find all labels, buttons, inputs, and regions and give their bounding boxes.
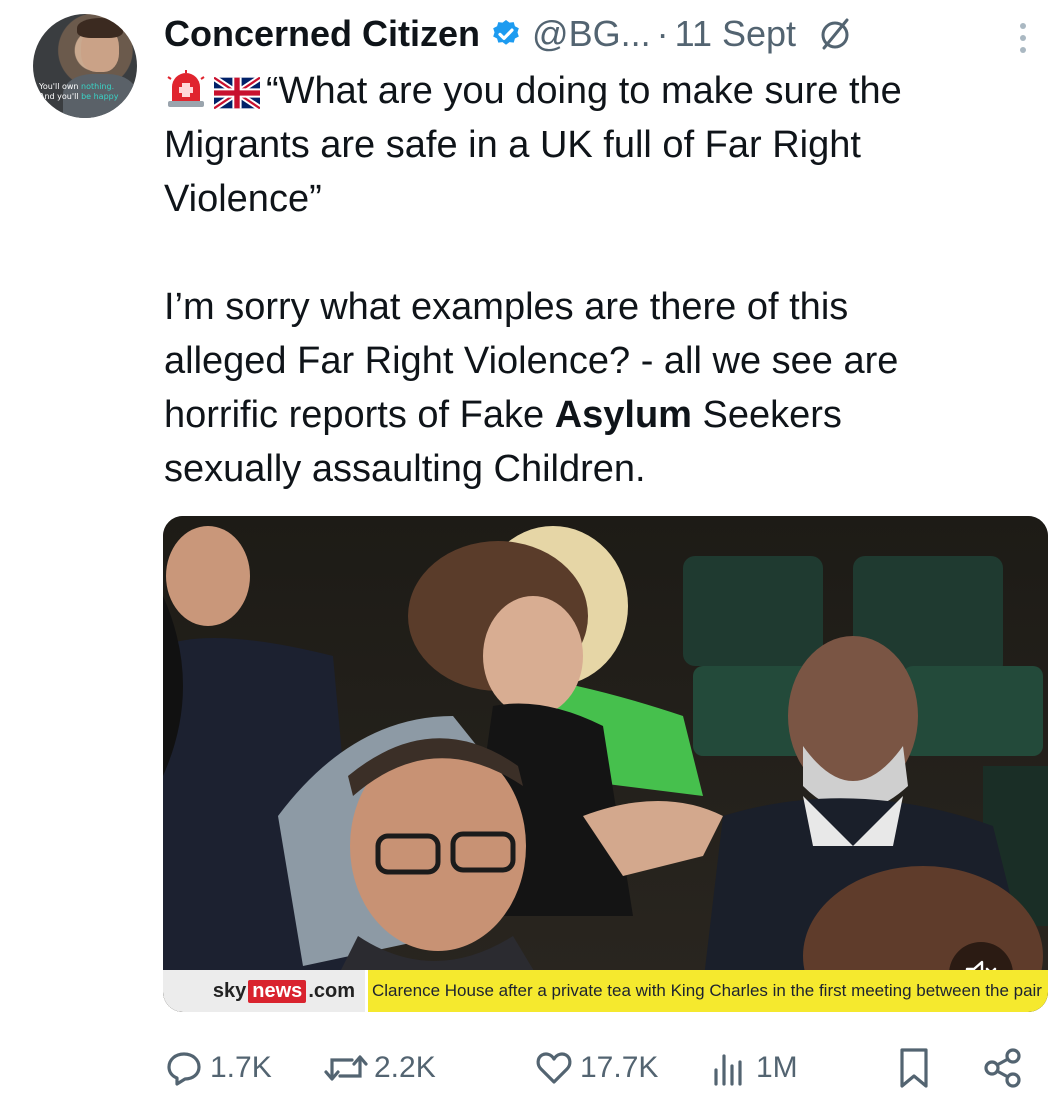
tweet-line-1: “What are you doing to make sure the	[164, 64, 1024, 118]
reply-count: 1.7K	[210, 1051, 272, 1084]
like-button[interactable]: 17.7K	[534, 1040, 658, 1096]
avatar-text-1: You'll own nothing.	[39, 82, 115, 91]
grok-icon[interactable]	[816, 15, 854, 53]
tweet-line-2: Migrants are safe in a UK full of Far Ri…	[164, 124, 861, 166]
news-ticker: sky news .com Clarence House after a priva…	[163, 970, 1048, 1012]
author-name[interactable]: Concerned Citizen	[164, 13, 480, 55]
siren-icon	[167, 70, 205, 107]
views-count: 1M	[756, 1051, 798, 1084]
brand-news: news	[248, 979, 307, 1003]
like-count: 17.7K	[580, 1051, 659, 1084]
reply-icon	[167, 1052, 201, 1086]
repost-button[interactable]: 2.2K	[324, 1040, 436, 1096]
ticker-headline: Clarence House after a private tea with …	[365, 970, 1048, 1012]
bookmark-button[interactable]	[894, 1040, 940, 1096]
tweet-line-6b: Seekers	[691, 394, 842, 436]
share-button[interactable]	[982, 1040, 1030, 1096]
verified-badge-icon	[493, 20, 519, 45]
tweet-bold-word: Asylum	[554, 394, 692, 436]
tweet-line-5: alleged Far Right Violence? - all we see…	[164, 340, 899, 382]
tweet-line-1-text: “What are you doing to make sure the	[266, 70, 902, 112]
brand-sky: sky	[212, 979, 247, 1002]
like-icon	[536, 1052, 572, 1084]
tweet-line-6: horrific reports of Fake Asylum Seekers	[164, 388, 1024, 442]
author-handle[interactable]: @BG...	[532, 13, 651, 55]
more-options-icon[interactable]	[1012, 18, 1034, 58]
tweet-line-4: I’m sorry what examples are there of thi…	[164, 286, 849, 328]
video-player[interactable]: sky news .com Clarence House after a priva…	[163, 516, 1048, 1012]
repost-icon	[324, 1055, 368, 1081]
video-frame	[163, 516, 1048, 1012]
tweet-line-7: sexually assaulting Children.	[164, 448, 646, 490]
sky-news-logo: sky news .com	[163, 970, 365, 1012]
tweet-line-6a: horrific reports of Fake	[164, 394, 555, 436]
avatar-hair	[77, 18, 123, 38]
separator-dot: ·	[656, 13, 669, 54]
tweet-line-3: Violence”	[164, 178, 322, 220]
reply-button[interactable]: 1.7K	[164, 1040, 272, 1096]
views-button[interactable]: 1M	[710, 1040, 798, 1096]
views-icon	[714, 1054, 742, 1086]
repost-count: 2.2K	[374, 1051, 436, 1084]
bookmark-icon	[900, 1048, 928, 1088]
avatar-text-2: And you'll be happy	[39, 92, 119, 101]
tweet-header: Concerned Citizen @BG... · 11 Sept	[164, 12, 854, 56]
action-bar: 1.7K 2.2K 17.7K 1M	[164, 1040, 1034, 1096]
share-icon	[984, 1048, 1021, 1088]
uk-flag-icon	[214, 77, 260, 109]
avatar[interactable]: You'll own nothing. And you'll be happy	[33, 14, 137, 118]
brand-com: .com	[308, 979, 355, 1002]
tweet-date[interactable]: 11 Sept	[675, 13, 796, 55]
tweet-text: “What are you doing to make sure the Mig…	[164, 64, 1024, 496]
